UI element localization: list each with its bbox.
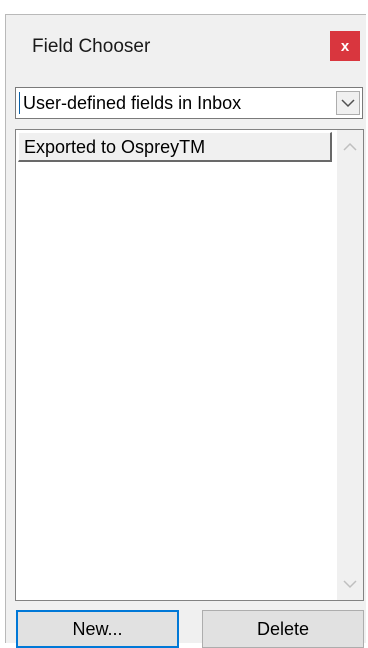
list-item[interactable]: Exported to OspreyTM: [18, 132, 332, 162]
field-set-dropdown[interactable]: User-defined fields in Inbox: [15, 87, 363, 119]
chevron-down-icon: [343, 579, 357, 588]
dropdown-arrow-button[interactable]: [336, 91, 360, 115]
chevron-up-icon: [343, 142, 357, 151]
field-chooser-window: Field Chooser x User-defined fields in I…: [5, 14, 366, 648]
text-caret: [19, 92, 20, 114]
new-button[interactable]: New...: [16, 610, 179, 648]
scroll-down-button[interactable]: [337, 572, 363, 596]
scroll-up-button[interactable]: [337, 134, 363, 158]
window-title: Field Chooser: [32, 36, 151, 57]
chevron-down-icon: [341, 98, 355, 107]
delete-button[interactable]: Delete: [202, 610, 364, 648]
close-icon: x: [340, 37, 350, 55]
close-button[interactable]: x: [330, 31, 360, 61]
field-list[interactable]: Exported to OspreyTM: [15, 129, 364, 601]
dropdown-selected-value: User-defined fields in Inbox: [23, 93, 242, 113]
vertical-scrollbar[interactable]: [337, 130, 363, 600]
